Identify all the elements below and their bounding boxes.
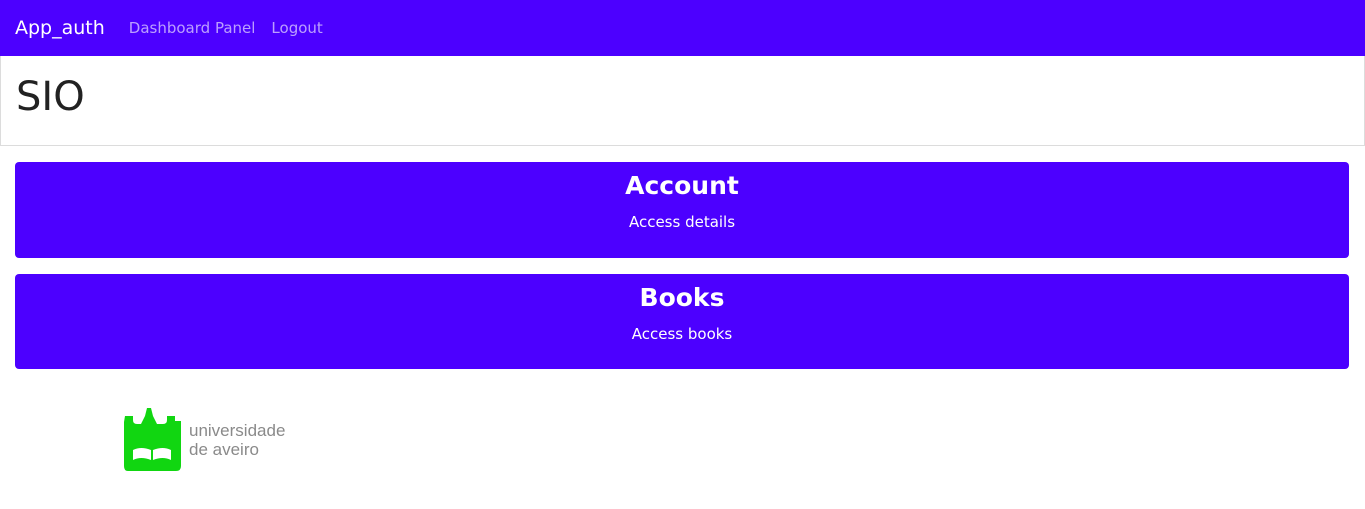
navbar: App_auth Dashboard Panel Logout bbox=[0, 0, 1365, 56]
page-header: SIO bbox=[0, 56, 1365, 146]
logo-line-2: de aveiro bbox=[189, 439, 259, 459]
books-card-title: Books bbox=[639, 283, 725, 312]
nav-link-dashboard-panel[interactable]: Dashboard Panel bbox=[129, 19, 256, 37]
page-title: SIO bbox=[16, 74, 85, 120]
nav-link-logout[interactable]: Logout bbox=[271, 19, 322, 37]
brand-link[interactable]: App_auth bbox=[15, 17, 105, 39]
account-card-title: Account bbox=[625, 171, 739, 200]
account-card[interactable]: Account Access details bbox=[15, 162, 1349, 258]
university-logo: universidade de aveiro bbox=[123, 408, 285, 471]
books-card[interactable]: Books Access books bbox=[15, 274, 1349, 369]
account-card-subtitle: Access details bbox=[628, 213, 736, 231]
university-emblem-icon bbox=[124, 408, 181, 471]
books-card-subtitle: Access books bbox=[631, 325, 733, 343]
logo-line-1: universidade bbox=[189, 420, 286, 440]
university-name: universidade de aveiro bbox=[189, 421, 285, 459]
